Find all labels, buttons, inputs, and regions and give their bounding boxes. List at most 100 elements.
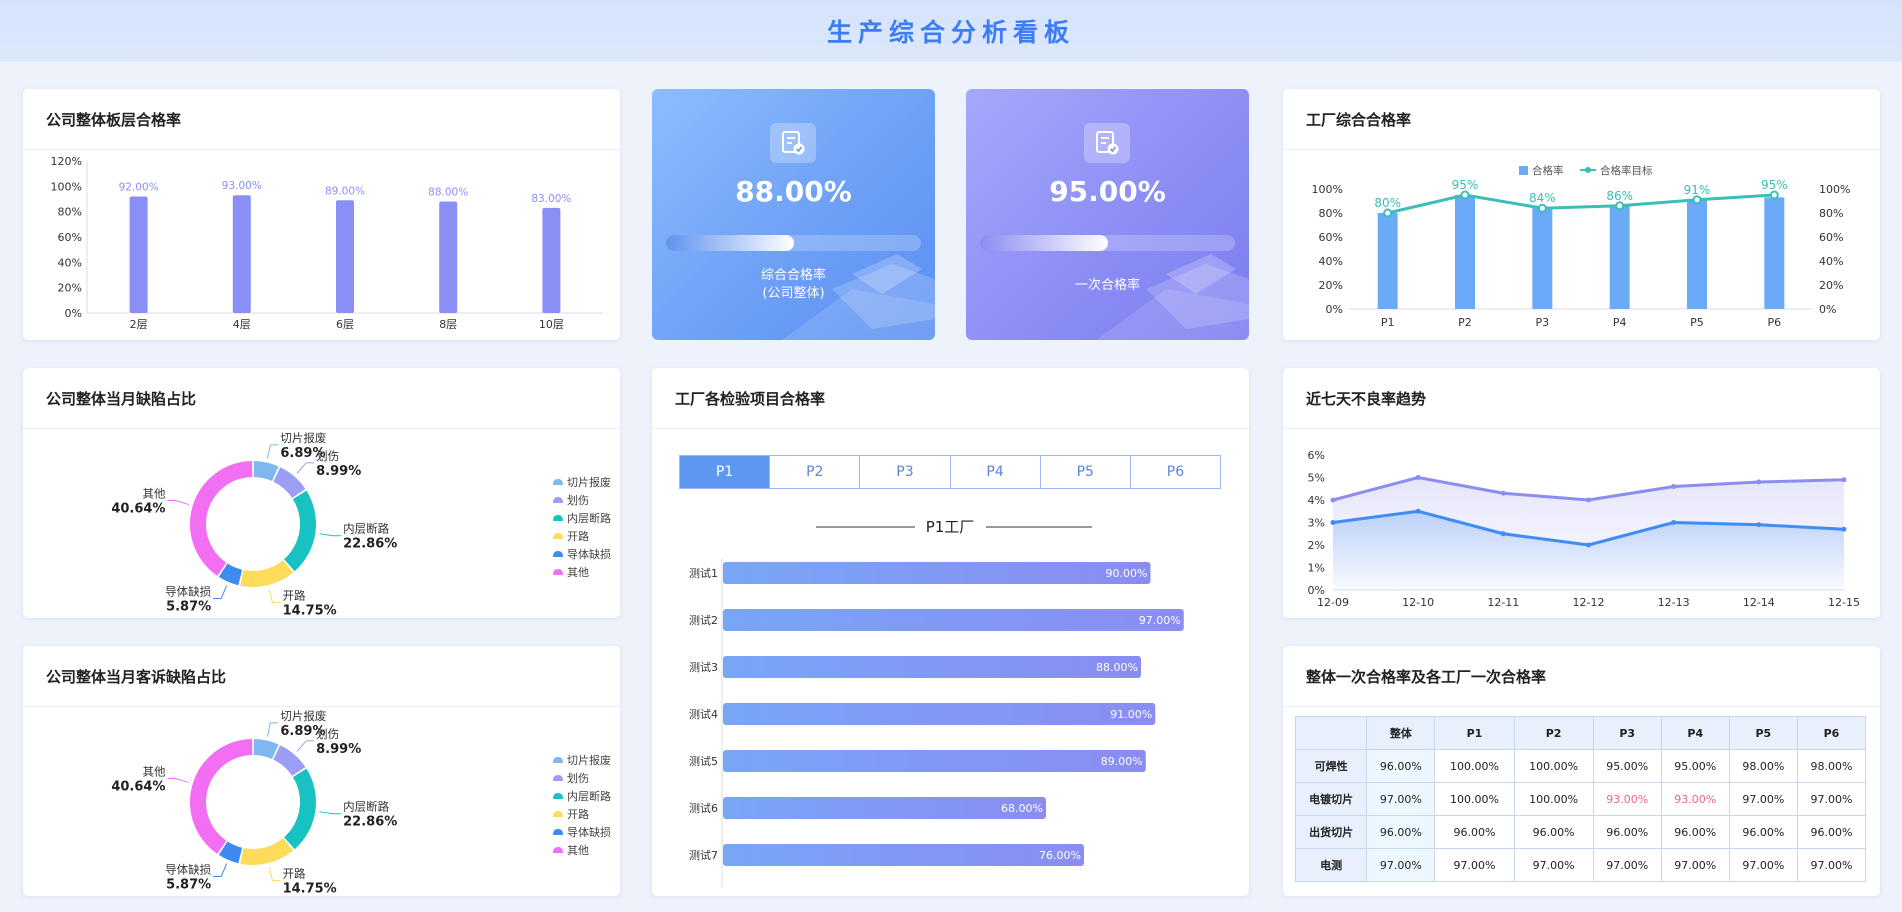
- x-tick-label: P4: [1613, 316, 1627, 329]
- floor-rate-panel: 公司整体板层合格率 0% 20% 40% 60% 80% 100% 120% 92.00% 2层…: [23, 89, 620, 340]
- table-cell: 96.00%: [1660, 815, 1730, 849]
- y2-tick-label: 80%: [1819, 207, 1843, 220]
- pie-slice-name: 内层断路: [343, 522, 389, 536]
- x-tick-label: P5: [1690, 316, 1704, 329]
- pie-slice-label: 40.64%: [111, 502, 165, 517]
- legend-swatch: [553, 479, 563, 485]
- legend-label: 导体缺损: [567, 547, 611, 561]
- bar: [1377, 213, 1398, 309]
- pie-slice-label: 14.75%: [283, 882, 337, 896]
- table-cell: 98.00%: [1796, 749, 1867, 783]
- hbar: [723, 797, 1046, 819]
- kpi-first-pass-progress-fill: [980, 235, 1108, 251]
- bar-data-label: 93.00%: [222, 180, 262, 192]
- x-tick-label: 8层: [439, 318, 457, 331]
- table-cell: 97.00%: [1660, 848, 1730, 882]
- hbar: [723, 703, 1156, 725]
- legend-label: 合格率目标: [1600, 164, 1653, 177]
- bar: [1687, 199, 1707, 309]
- hbar: [723, 609, 1184, 631]
- legend: 切片报废划伤内层断路开路导体缺损其他: [553, 753, 611, 857]
- kpi-overall-card: 88.00% 综合合格率 (公司整体): [652, 89, 935, 340]
- x-tick-label: 12-14: [1743, 596, 1775, 609]
- y-tick-label: 60%: [58, 231, 82, 244]
- legend-label: 合格率: [1532, 164, 1564, 177]
- y-tick-label: 100%: [51, 180, 82, 193]
- target-point: [1615, 201, 1625, 211]
- legend: 合格率 合格率目标: [1519, 164, 1653, 177]
- pie-slice: [190, 461, 253, 576]
- legend-swatch: [553, 533, 563, 539]
- y-tick-label: 40%: [1319, 255, 1343, 268]
- table-cell: 96.00%: [1592, 815, 1662, 849]
- table-cell: 96.00%: [1366, 749, 1436, 783]
- bar: [336, 200, 354, 313]
- table-header-row: 整体 P1 P2 P3 P4 P5 P6: [1294, 716, 1867, 750]
- table-cell: 95.00%: [1660, 749, 1730, 783]
- table-cell: 96.00%: [1366, 815, 1436, 849]
- legend: 切片报废划伤内层断路开路导体缺损其他: [553, 475, 611, 579]
- table-row: 电镀切片 97.00% 100.00% 100.00% 93.00% 93.00% 97.0…: [1294, 782, 1867, 816]
- table-cell: 96.00%: [1796, 815, 1867, 849]
- y-tick-label: 0%: [1326, 303, 1343, 316]
- hbar-data-label: 88.00%: [1096, 661, 1138, 674]
- table-cell: 96.00%: [1434, 815, 1515, 849]
- table-cell: 96.00%: [1728, 815, 1798, 849]
- trend-panel: 近七天不良率趋势 0% 1% 2% 3% 4% 5% 6% 12-09 12-10 12-11 12…: [1283, 368, 1880, 618]
- x-tick-label: P2: [1458, 316, 1472, 329]
- table-cell: 97.00%: [1796, 782, 1867, 816]
- pie-leader-line: [167, 500, 190, 506]
- hbar: [723, 562, 1151, 584]
- hbar: [723, 750, 1146, 772]
- target-line: [1387, 193, 1775, 215]
- legend-swatch: [553, 757, 563, 763]
- table-cell: 97.00%: [1513, 848, 1594, 882]
- kpi-overall-progress-fill: [666, 235, 794, 251]
- subtitle: P1工厂: [926, 518, 975, 536]
- series-point: [1671, 520, 1677, 525]
- y-tick-label: 测试2: [689, 614, 718, 627]
- pie-slice-name: 其他: [142, 765, 165, 779]
- series-point: [1415, 508, 1421, 514]
- y-tick-label: 40%: [58, 256, 82, 269]
- pie-slice: [240, 838, 294, 865]
- x-tick-label: 12-13: [1658, 596, 1690, 609]
- pie-slice-name: 切片报废: [280, 709, 326, 723]
- table-header-cell: P3: [1592, 716, 1662, 750]
- y-tick-label: 测试4: [689, 708, 718, 721]
- table-header-cell: P4: [1660, 716, 1730, 750]
- table-cell: 96.00%: [1513, 815, 1594, 849]
- x-tick-label: P1: [1381, 316, 1395, 329]
- table-row: 电测 97.00% 97.00% 97.00% 97.00% 97.00% 97.00% 97…: [1294, 848, 1867, 882]
- inspection-panel: 工厂各检验项目合格率 P1 P2 P3 P4 P5 P6 P1工厂 90.00% 测试1 97.…: [652, 368, 1249, 896]
- table-cell: 97.00%: [1728, 848, 1798, 882]
- bar-data-label: 83.00%: [531, 193, 571, 205]
- legend-label: 导体缺损: [567, 825, 611, 839]
- target-data-label: 84%: [1529, 191, 1556, 205]
- kpi-overall-sublabel: (公司整体): [762, 286, 825, 301]
- x-tick-label: P3: [1536, 316, 1550, 329]
- pie-leader-line: [167, 778, 190, 784]
- pie-leader-line: [213, 863, 228, 877]
- table-cell: 97.00%: [1592, 848, 1662, 882]
- y-tick-label: 6%: [1308, 449, 1325, 462]
- factory-rate-chart: 合格率 合格率目标 0% 0% 20% 20% 40% 40% 60% 60% 80% 80% 100%…: [1312, 164, 1851, 329]
- bar-data-label: 92.00%: [119, 181, 159, 193]
- trend-chart: 0%1%2%3%4%5%6%12-09 12-10 12-11 12-12 12-13 1…: [1308, 449, 1860, 609]
- kpi-first-pass-value: 95.00%: [1049, 175, 1166, 208]
- table-cell: 100.00%: [1434, 749, 1515, 783]
- first-pass-table: 整体 P1 P2 P3 P4 P5 P6 可焊性 96.00% 100.00% 100.00% 95.…: [1294, 716, 1867, 882]
- pie-slice-label: 22.86%: [343, 537, 397, 552]
- legend-swatch: [553, 793, 563, 799]
- y-tick-label: 测试6: [689, 802, 718, 815]
- legend-label: 其他: [567, 566, 589, 579]
- table-cell: 100.00%: [1434, 782, 1515, 816]
- table-cell: 97.00%: [1366, 848, 1436, 882]
- x-tick-label: 10层: [539, 318, 564, 331]
- y-tick-label: 20%: [1319, 279, 1343, 292]
- table-header-cell: P6: [1796, 716, 1867, 750]
- pie-leader-line: [266, 444, 279, 459]
- pie-slice: [273, 467, 306, 498]
- bar: [232, 195, 251, 313]
- legend-swatch: [553, 811, 563, 817]
